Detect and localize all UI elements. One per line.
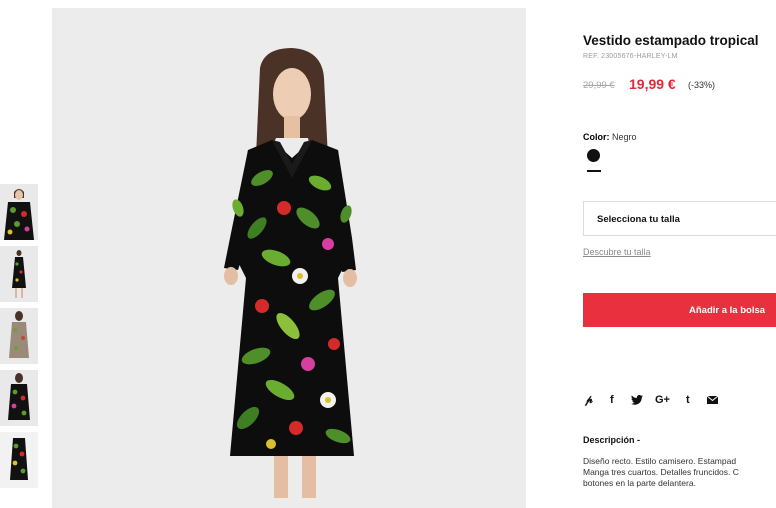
color-label-key: Color: [583, 132, 610, 142]
main-product-image[interactable] [52, 8, 526, 508]
thumbnail-2-image [0, 246, 38, 302]
description-line: Diseño recto. Estilo camisero. Estampad [583, 456, 737, 466]
thumbnail-1[interactable] [0, 184, 38, 240]
original-price: 29,99 € [583, 80, 615, 91]
model-dress-illustration [52, 8, 526, 508]
swatch-selected-indicator [587, 170, 601, 172]
add-to-bag-button[interactable]: Añadir a la bolsa [583, 293, 776, 327]
product-info-panel: Vestido estampado tropical REF. 23005676… [583, 0, 776, 508]
pinterest-icon[interactable]: 𝓅 [585, 392, 593, 408]
color-value: Negro [612, 132, 637, 142]
thumbnail-5[interactable] [0, 432, 38, 488]
google-plus-icon[interactable]: G+ [655, 392, 670, 408]
color-swatch-black[interactable] [587, 149, 600, 162]
thumbnail-4-image [0, 370, 38, 426]
description-title: Descripción - [583, 435, 641, 445]
thumbnail-1-image [0, 184, 38, 240]
description-line: Manga tres cuartos. Detalles fruncidos. … [583, 467, 739, 477]
description-text: Diseño recto. Estilo camisero. Estampad … [583, 456, 776, 489]
thumbnail-3-image [0, 308, 38, 364]
size-guide-link[interactable]: Descubre tu talla [583, 247, 651, 257]
tumblr-icon[interactable]: t [686, 392, 690, 408]
size-select-label: Selecciona tu talla [597, 214, 680, 225]
thumbnail-3[interactable] [0, 308, 38, 364]
size-select[interactable]: Selecciona tu talla [583, 201, 776, 236]
thumbnail-4[interactable] [0, 370, 38, 426]
product-reference: REF. 23005676-HARLEY-LM [583, 53, 678, 60]
email-icon[interactable] [706, 392, 719, 409]
sale-price: 19,99 € [629, 76, 676, 92]
description-line: botones en la parte delantera. [583, 478, 696, 488]
color-label: Color: Negro [583, 132, 637, 142]
thumbnail-5-image [0, 432, 38, 488]
twitter-icon[interactable] [631, 392, 643, 410]
envelope-shape [706, 395, 719, 404]
discount-badge: (-33%) [688, 80, 716, 90]
product-title: Vestido estampado tropical [583, 33, 759, 48]
add-to-bag-label: Añadir a la bolsa [689, 305, 766, 316]
facebook-icon[interactable]: f [610, 392, 614, 408]
twitter-bird-shape [631, 394, 643, 405]
thumbnail-2[interactable] [0, 246, 38, 302]
